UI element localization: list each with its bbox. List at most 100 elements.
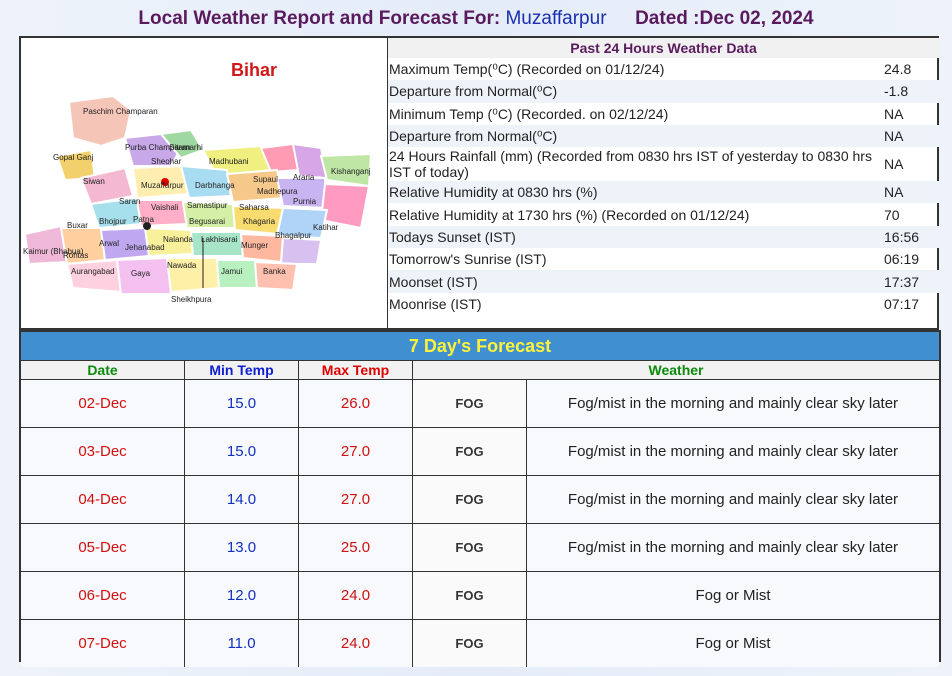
map-district-label: Begusarai <box>189 217 225 226</box>
map-district-label: Gopal Ganj <box>53 153 94 162</box>
forecast-weather-icon: FOG <box>413 476 527 523</box>
past-data-row: Relative Humidity at 0830 hrs (%) NA <box>388 181 939 204</box>
past-data-label: Relative Humidity at 0830 hrs (%) <box>389 184 598 201</box>
past-data-row: Tomorrow's Sunrise (IST) 06:19 <box>388 248 939 270</box>
map-district-label: Rohtas <box>63 251 88 260</box>
header-weather-col: Weather <box>648 362 704 378</box>
forecast-min-temp: 13.0 <box>185 524 299 571</box>
map-district-label: Darbhanga <box>195 181 235 190</box>
bihar-map-image: Bihar Paschim ChamparanPurba ChamparanSi… <box>21 38 387 328</box>
past-data-label: Minimum Temp (⁰C) (Recorded. on 02/12/24… <box>389 105 669 122</box>
forecast-weather-icon: FOG <box>413 572 527 619</box>
header-date: Dated :Dec 02, 2024 <box>635 8 814 29</box>
forecast-min-temp: 11.0 <box>185 620 299 667</box>
forecast-header-row: Date Min Temp Max Temp Weather <box>21 361 939 380</box>
forecast-row: 05-Dec 13.0 25.0 FOG Fog/mist in the morning… <box>21 524 939 572</box>
header-prefix: Local Weather Report and Forecast For: <box>138 8 501 29</box>
past-data-value: NA <box>884 128 904 145</box>
forecast-date: 06-Dec <box>21 572 185 619</box>
forecast-max-temp: 26.0 <box>299 380 413 427</box>
forecast-weather-text: Fog/mist in the morning and mainly clear… <box>567 491 899 508</box>
forecast-date: 05-Dec <box>21 524 185 571</box>
past-data-row: Departure from Normal(⁰C) NA <box>388 124 939 148</box>
map-district-label: Jehanabad <box>125 243 165 252</box>
map-district-label: Munger <box>241 241 268 250</box>
map-district-label: Patna <box>133 215 154 224</box>
map-district-label: Bhagalpur <box>275 231 312 240</box>
past-24h-title: Past 24 Hours Weather Data <box>388 38 939 58</box>
forecast-row: 02-Dec 15.0 26.0 FOG Fog/mist in the morning… <box>21 380 939 428</box>
past-data-label: Relative Humidity at 1730 hrs (%) (Recor… <box>389 206 750 223</box>
forecast-weather-text: Fog/mist in the morning and mainly clear… <box>567 539 899 556</box>
map-district-label: Lakhisarai <box>201 235 238 244</box>
past-data-label: 24 Hours Rainfall (mm) (Recorded from 08… <box>389 148 872 181</box>
map-district-label: Sheikhpura <box>171 295 212 304</box>
forecast-date: 04-Dec <box>21 476 185 523</box>
forecast-title: 7 Day's Forecast <box>21 332 939 361</box>
header-city: Muzaffarpur <box>505 8 607 29</box>
past-data-row: Maximum Temp(⁰C) (Recorded on 01/12/24) 2… <box>388 58 939 80</box>
map-district-label: Samastipur <box>187 201 228 210</box>
map-district-label: Gaya <box>131 269 151 278</box>
map-district-label: Sitamarhi <box>169 143 203 152</box>
bihar-map-panel: Bihar Paschim Champaran Purba Champaran Si… <box>21 38 388 328</box>
forecast-date: 02-Dec <box>21 380 185 427</box>
past-data-value: 70 <box>884 206 900 223</box>
forecast-table: 7 Day's Forecast Date Min Temp Max Temp … <box>19 330 941 667</box>
forecast-row: 07-Dec 11.0 24.0 FOG Fog or Mist <box>21 620 939 667</box>
map-district-label: Araria <box>293 173 315 182</box>
past-data-value: 24.8 <box>884 61 912 78</box>
map-district-label: Muzaffarpur <box>141 181 184 190</box>
map-district-label: Buxar <box>67 221 88 230</box>
map-district-label: Madhepura <box>257 187 298 196</box>
map-district-label: Sheohar <box>151 157 182 166</box>
map-district-label: Jamui <box>221 267 243 276</box>
map-district-label: Arwal <box>99 239 119 248</box>
forecast-weather-icon: FOG <box>413 620 527 667</box>
map-district-label: Nalanda <box>163 235 193 244</box>
past-data-label: Todays Sunset (IST) <box>389 228 516 245</box>
map-district-label: Supaul <box>253 175 278 184</box>
forecast-max-temp: 24.0 <box>299 620 413 667</box>
past-data-value: 06:19 <box>884 251 920 268</box>
map-district-label: Vaishali <box>151 203 179 212</box>
forecast-min-temp: 15.0 <box>185 380 299 427</box>
forecast-date: 07-Dec <box>21 620 185 667</box>
forecast-weather-icon: FOG <box>413 428 527 475</box>
forecast-row: 03-Dec 15.0 27.0 FOG Fog/mist in the morning… <box>21 428 939 476</box>
header-date-col: Date <box>21 361 185 379</box>
past-data-label: Departure from Normal(⁰C) <box>389 83 558 100</box>
past-data-label: Tomorrow's Sunrise (IST) <box>389 251 547 268</box>
map-district-label: Bhojpur <box>99 217 127 226</box>
past-data-value: NA <box>884 105 904 122</box>
forecast-min-temp: 14.0 <box>185 476 299 523</box>
map-district-label: Aurangabad <box>71 267 115 276</box>
forecast-max-temp: 25.0 <box>299 524 413 571</box>
top-section: Bihar Paschim Champaran Purba Champaran Si… <box>19 36 939 330</box>
map-district-label: Banka <box>263 267 286 276</box>
past-data-value: 16:56 <box>884 228 920 245</box>
map-district-label: Siwan <box>83 177 105 186</box>
past-data-row: Departure from Normal(⁰C) -1.8 <box>388 80 939 103</box>
past-data-value: 07:17 <box>884 295 920 312</box>
past-data-row: Minimum Temp (⁰C) (Recorded. on 02/12/24… <box>388 103 939 125</box>
past-data-row: Moonset (IST) 17:37 <box>388 270 939 293</box>
forecast-weather-text: Fog/mist in the morning and mainly clear… <box>567 443 899 460</box>
forecast-max-temp: 27.0 <box>299 428 413 475</box>
map-district-label: Kishanganj <box>331 167 371 176</box>
map-district-label: Saran <box>119 197 140 206</box>
map-district-label: Nawada <box>167 261 197 270</box>
header-min-col: Min Temp <box>185 361 299 379</box>
past-data-label: Moonrise (IST) <box>389 295 482 312</box>
forecast-min-temp: 12.0 <box>185 572 299 619</box>
past-data-row: 24 Hours Rainfall (mm) (Recorded from 08… <box>388 147 939 181</box>
forecast-weather-icon: FOG <box>413 524 527 571</box>
map-district-label: Khagaria <box>243 217 276 226</box>
forecast-row: 06-Dec 12.0 24.0 FOG Fog or Mist <box>21 572 939 620</box>
forecast-max-temp: 27.0 <box>299 476 413 523</box>
forecast-weather-text: Fog/mist in the morning and mainly clear… <box>567 395 899 412</box>
past-data-label: Departure from Normal(⁰C) <box>389 128 558 145</box>
forecast-max-temp: 24.0 <box>299 572 413 619</box>
past-data-value: NA <box>884 184 904 201</box>
page-header: Local Weather Report and Forecast For: M… <box>0 8 952 36</box>
